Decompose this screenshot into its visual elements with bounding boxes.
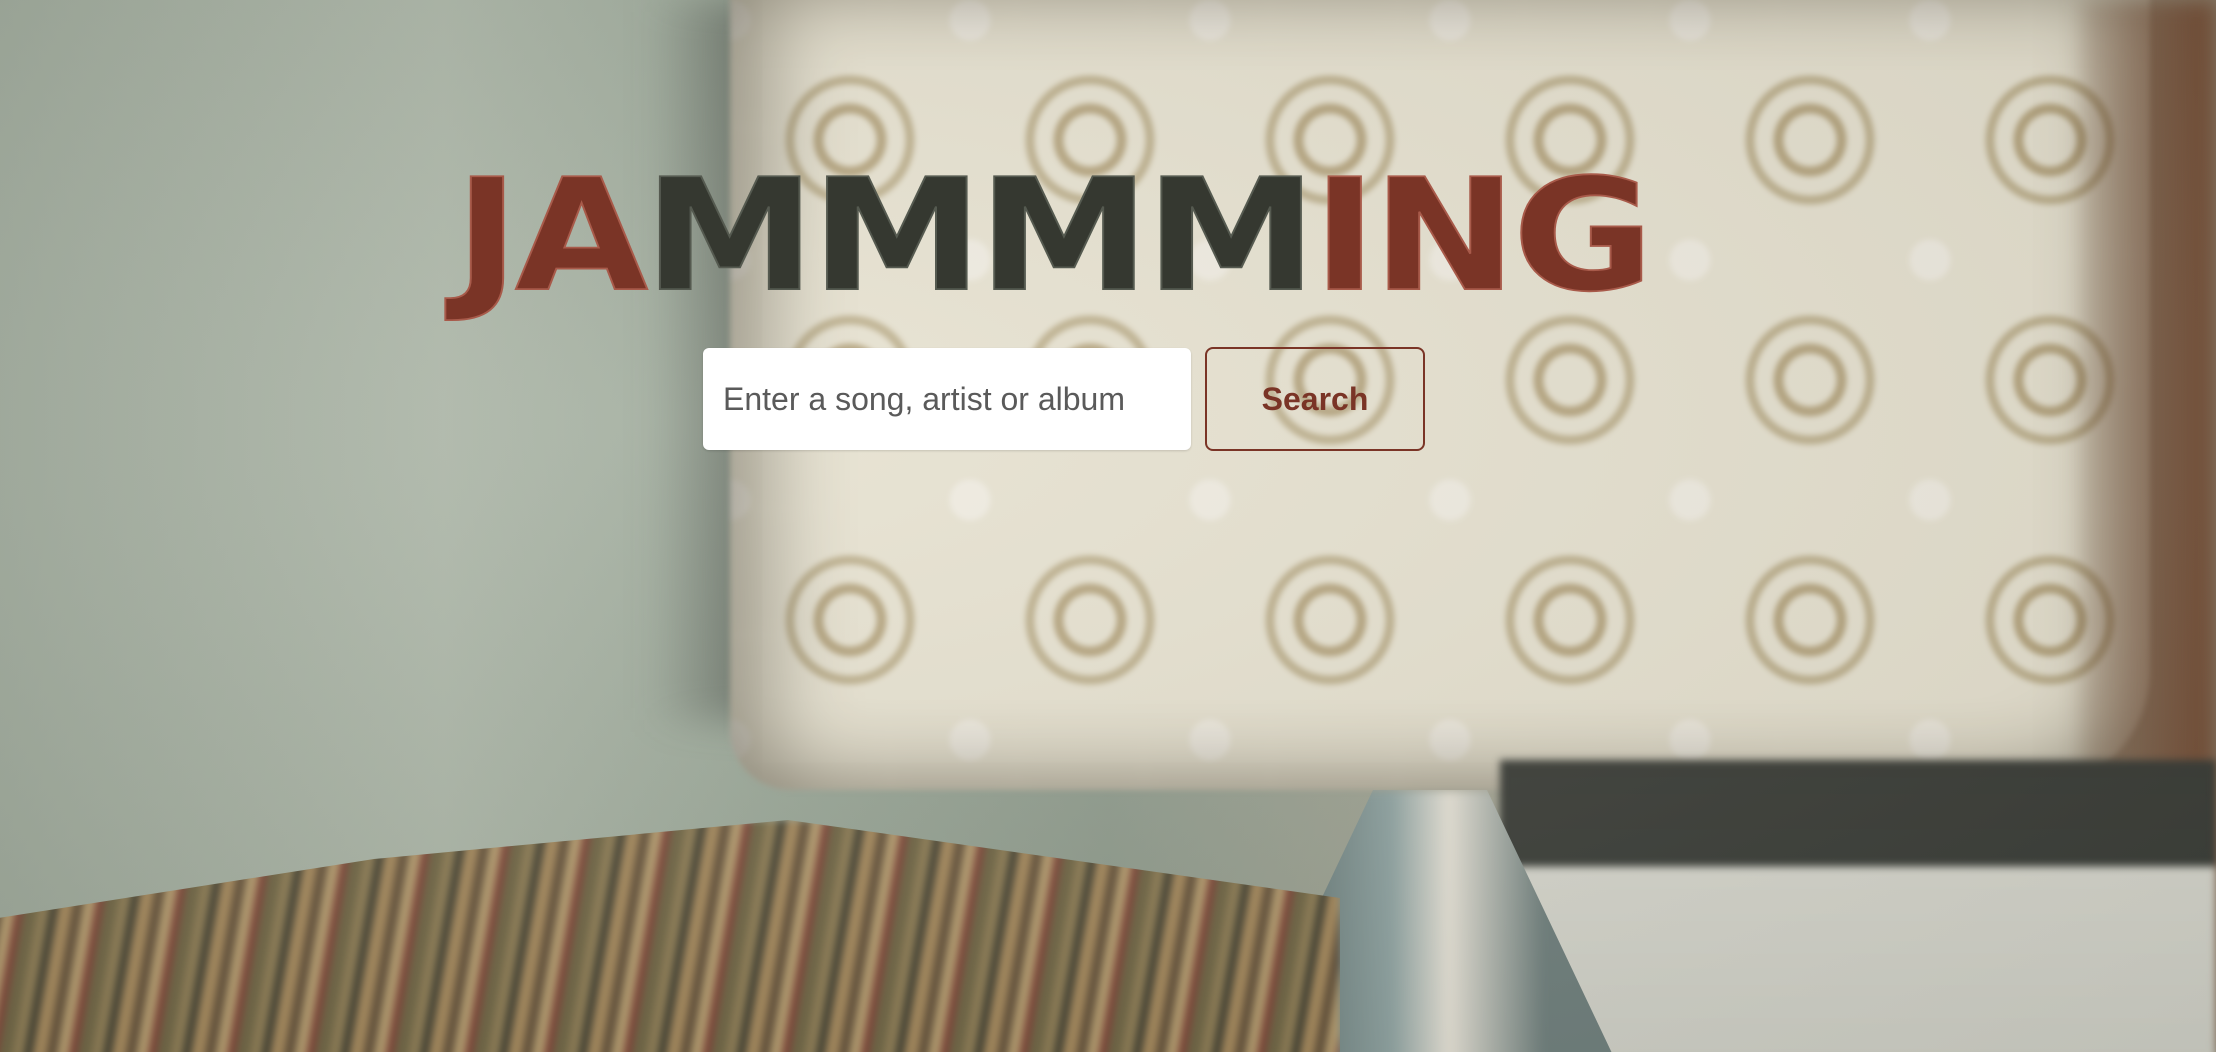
logo-part-start: JA xyxy=(454,145,649,327)
search-input[interactable] xyxy=(703,348,1191,450)
logo-part-end: ING xyxy=(1312,145,1655,327)
app-logo: JAMMMMING xyxy=(454,137,1675,327)
search-bar: Search xyxy=(703,347,1425,451)
search-button[interactable]: Search xyxy=(1205,347,1425,451)
logo-part-middle: MMMM xyxy=(643,145,1318,327)
